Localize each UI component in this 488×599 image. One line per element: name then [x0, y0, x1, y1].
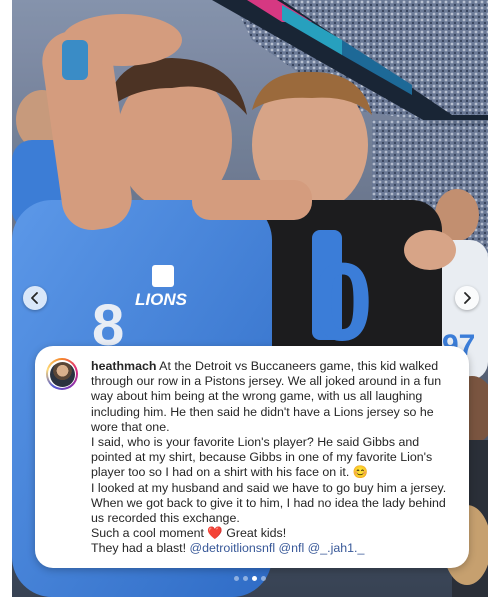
carousel-dot [243, 576, 248, 581]
mention-link[interactable]: @nfl [279, 541, 305, 555]
carousel-next-button[interactable] [455, 286, 479, 310]
carousel-dot [261, 576, 266, 581]
username-link[interactable]: heathmach [91, 359, 156, 373]
caption-text: heathmach At the Detroit vs Buccaneers g… [91, 359, 457, 557]
carousel-indicator [12, 576, 488, 581]
caption-body: At the Detroit vs Buccaneers game, this … [91, 359, 447, 556]
avatar-image [49, 361, 75, 387]
carousel-prev-button[interactable] [23, 286, 47, 310]
chevron-left-icon [31, 292, 38, 304]
mention-link[interactable]: @detroitlionsnfl [190, 541, 276, 555]
avatar[interactable] [46, 358, 78, 390]
post-media: 97 0 LIONS 8 heathmach At the Detroit vs… [12, 0, 488, 597]
caption-card: heathmach At the Detroit vs Buccaneers g… [35, 346, 469, 568]
chevron-right-icon [464, 292, 471, 304]
mention-link[interactable]: @_.jah1._ [308, 541, 365, 555]
carousel-dot [252, 576, 257, 581]
carousel-dot [234, 576, 239, 581]
jersey-text: LIONS [135, 290, 188, 309]
